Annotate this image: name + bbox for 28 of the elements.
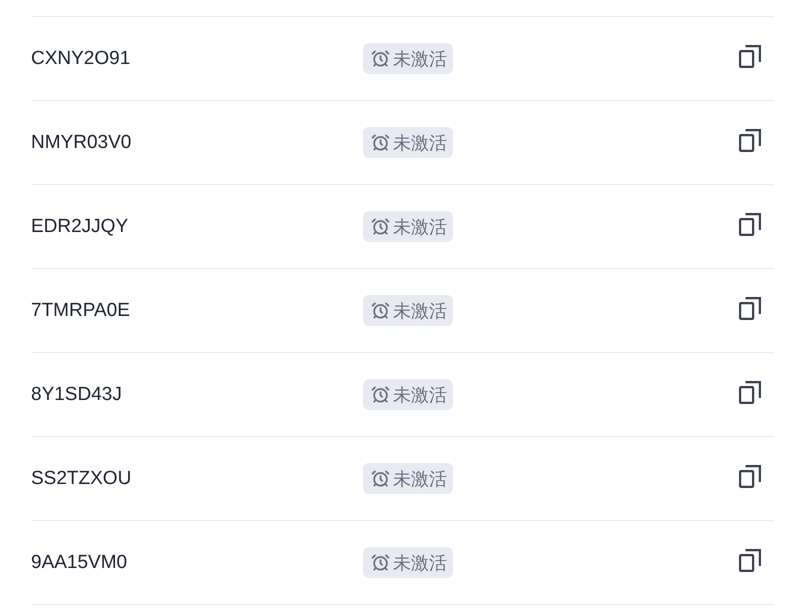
activation-code: CXNY2O91: [31, 48, 132, 70]
activation-code: NMYR03V0: [31, 132, 132, 154]
activation-code: SS2TZXOU: [31, 468, 132, 490]
copy-button[interactable]: [739, 45, 761, 68]
activation-code: 7TMRPA0E: [31, 300, 131, 322]
copy-button[interactable]: [739, 297, 761, 320]
status-text: 未激活: [393, 468, 447, 490]
copy-button[interactable]: [739, 129, 761, 152]
activation-code: 8Y1SD43J: [31, 384, 123, 406]
status-text: 未激活: [393, 216, 447, 238]
status-text: 未激活: [393, 300, 447, 322]
activation-code: EDR2JJQY: [31, 216, 130, 238]
alarm-clock-icon: [371, 133, 390, 152]
alarm-clock-icon: [371, 385, 390, 404]
activation-code: 9AA15VM0: [31, 552, 128, 574]
alarm-clock-icon: [371, 553, 390, 572]
alarm-clock-icon: [371, 469, 390, 488]
copy-button[interactable]: [739, 213, 761, 236]
alarm-clock-icon: [371, 49, 390, 68]
copy-button[interactable]: [739, 465, 761, 488]
status-text: 未激活: [393, 552, 447, 574]
alarm-clock-icon: [371, 217, 390, 236]
copy-button[interactable]: [739, 381, 761, 404]
status-text: 未激活: [393, 132, 447, 154]
copy-button[interactable]: [739, 549, 761, 572]
status-text: 未激活: [393, 48, 447, 70]
alarm-clock-icon: [371, 301, 390, 320]
status-text: 未激活: [393, 384, 447, 406]
